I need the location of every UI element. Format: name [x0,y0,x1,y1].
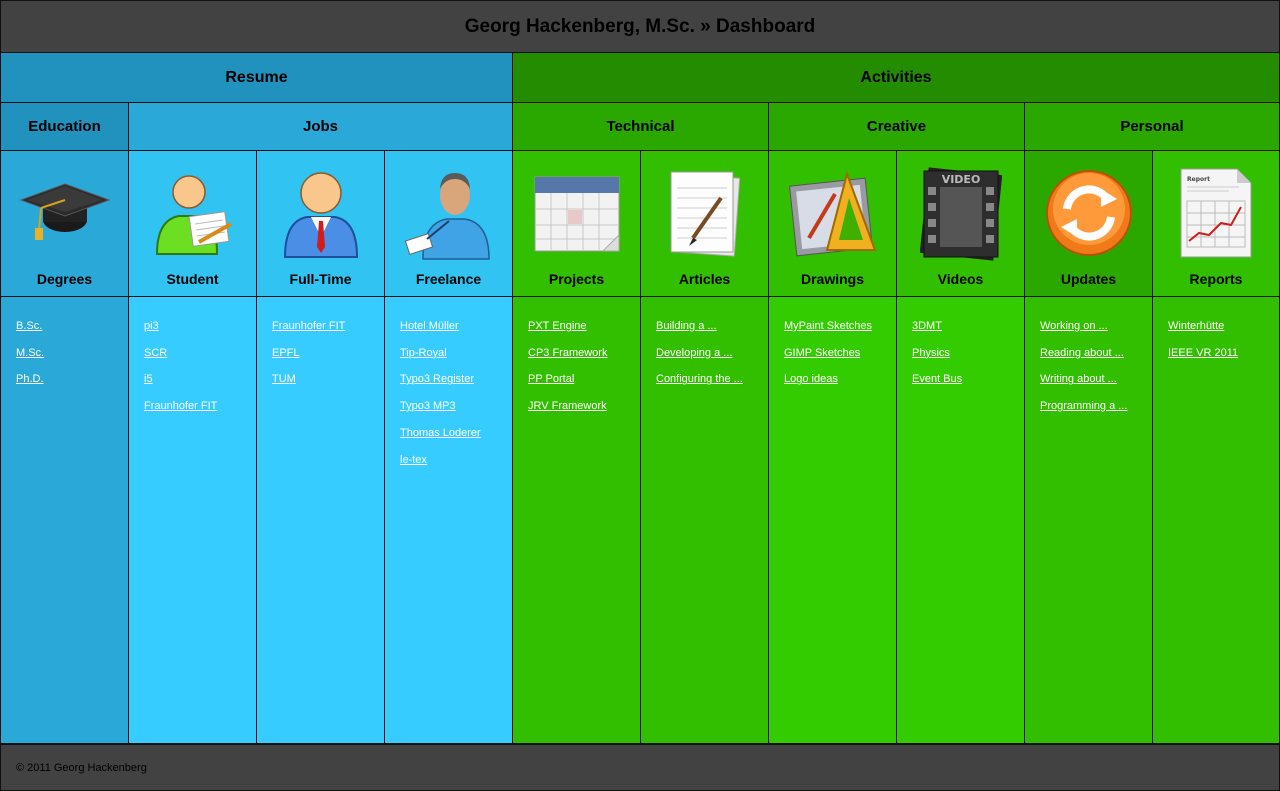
tile-degrees[interactable]: Degrees [1,151,129,297]
tile-student[interactable]: Student [129,151,257,297]
link-fulltime-epfl[interactable]: EPFL [272,340,300,367]
group-personal-label: Personal [1120,118,1184,135]
link-articles-configuring[interactable]: Configuring the ... [656,366,743,393]
link-updates-programming[interactable]: Programming a ... [1040,393,1127,420]
link-articles-developing[interactable]: Developing a ... [656,340,732,367]
video-badge: VIDEO [941,173,980,186]
group-technical: Technical [513,103,769,151]
tile-updates-label: Updates [1060,271,1117,287]
link-videos-3dmt[interactable]: 3DMT [912,313,942,340]
section-activities-label: Activities [860,68,932,86]
tile-drawings[interactable]: Drawings [769,151,897,297]
link-student-i5[interactable]: i5 [144,366,153,393]
tile-articles[interactable]: Articles [641,151,769,297]
link-freelance-le-tex[interactable]: le-tex [400,447,427,474]
links-projects: PXT Engine CP3 Framework PP Portal JRV F… [513,297,641,744]
link-updates-reading[interactable]: Reading about ... [1040,340,1124,367]
page-footer: © 2011 Georg Hackenberg [0,744,1280,791]
link-updates-working[interactable]: Working on ... [1040,313,1108,340]
student-icon [145,165,241,261]
group-jobs: Jobs [129,103,513,151]
report-chart-icon: Report [1168,165,1264,261]
tile-videos[interactable]: VIDEO Videos [897,151,1025,297]
link-freelance-typo3-register[interactable]: Typo3 Register [400,366,474,393]
video-film-icon: VIDEO [913,165,1009,261]
link-degrees-phd[interactable]: Ph.D. [16,366,44,393]
link-freelance-tip-royal[interactable]: Tip-Royal [400,340,447,367]
links-student: pi3 SCR i5 Fraunhofer FIT [129,297,257,744]
link-projects-jrv-framework[interactable]: JRV Framework [528,393,607,420]
page-header: Georg Hackenberg, M.Sc. » Dashboard [0,0,1280,53]
group-creative-label: Creative [866,118,927,135]
group-education: Education [1,103,129,151]
links-full-time: Fraunhofer FIT EPFL TUM [257,297,385,744]
calendar-icon [529,165,625,261]
link-degrees-bsc[interactable]: B.Sc. [16,313,42,340]
links-freelance: Hotel Müller Tip-Royal Typo3 Register Ty… [385,297,513,744]
report-badge: Report [1187,176,1210,183]
tile-freelance-label: Freelance [415,271,482,287]
tile-full-time[interactable]: Full-Time [257,151,385,297]
links-updates: Working on ... Reading about ... Writing… [1025,297,1153,744]
tile-updates[interactable]: Updates [1025,151,1153,297]
tile-degrees-label: Degrees [36,271,93,287]
group-creative: Creative [769,103,1025,151]
section-resume: Resume [1,53,513,103]
dashboard-grid: Resume Activities Education Jobs Technic… [0,53,1280,744]
link-drawings-mypaint[interactable]: MyPaint Sketches [784,313,872,340]
link-student-scr[interactable]: SCR [144,340,167,367]
tile-reports[interactable]: Report Reports [1153,151,1279,297]
graduation-cap-icon [17,165,113,261]
link-degrees-msc[interactable]: M.Sc. [16,340,44,367]
link-projects-cp3-framework[interactable]: CP3 Framework [528,340,607,367]
group-education-label: Education [28,118,101,135]
link-reports-ieee-vr-2011[interactable]: IEEE VR 2011 [1168,340,1238,367]
paper-pen-icon [657,165,753,261]
links-reports: Winterhütte IEEE VR 2011 [1153,297,1279,744]
employee-icon [273,165,369,261]
group-technical-label: Technical [606,118,675,135]
freelancer-icon [401,165,497,261]
link-drawings-gimp[interactable]: GIMP Sketches [784,340,860,367]
link-articles-building[interactable]: Building a ... [656,313,717,340]
link-reports-winterhuette[interactable]: Winterhütte [1168,313,1224,340]
link-fulltime-tum[interactable]: TUM [272,366,296,393]
group-jobs-label: Jobs [302,118,338,135]
drawing-tools-icon [785,165,881,261]
link-videos-event-bus[interactable]: Event Bus [912,366,962,393]
tile-articles-label: Articles [678,271,731,287]
tile-projects[interactable]: Projects [513,151,641,297]
tile-drawings-label: Drawings [800,271,864,287]
tile-reports-label: Reports [1189,271,1243,287]
links-articles: Building a ... Developing a ... Configur… [641,297,769,744]
link-videos-physics[interactable]: Physics [912,340,950,367]
copyright-text: © 2011 Georg Hackenberg [16,761,147,774]
refresh-icon [1041,165,1137,261]
links-drawings: MyPaint Sketches GIMP Sketches Logo idea… [769,297,897,744]
link-updates-writing[interactable]: Writing about ... [1040,366,1117,393]
tile-full-time-label: Full-Time [289,271,352,287]
page-title: Georg Hackenberg, M.Sc. » Dashboard [464,15,816,37]
links-degrees: B.Sc. M.Sc. Ph.D. [1,297,129,744]
group-personal: Personal [1025,103,1279,151]
link-freelance-hotel-mueller[interactable]: Hotel Müller [400,313,459,340]
tile-projects-label: Projects [548,271,605,287]
link-student-pi3[interactable]: pi3 [144,313,159,340]
links-videos: 3DMT Physics Event Bus [897,297,1025,744]
link-freelance-typo3-mp3[interactable]: Typo3 MP3 [400,393,456,420]
link-projects-pp-portal[interactable]: PP Portal [528,366,574,393]
tile-freelance[interactable]: Freelance [385,151,513,297]
section-resume-label: Resume [225,68,288,86]
link-student-fraunhofer-fit[interactable]: Fraunhofer FIT [144,393,217,420]
tile-student-label: Student [166,271,219,287]
section-activities: Activities [513,53,1279,103]
link-drawings-logo-ideas[interactable]: Logo ideas [784,366,838,393]
link-freelance-thomas-loderer[interactable]: Thomas Loderer [400,420,481,447]
tile-videos-label: Videos [937,271,984,287]
link-fulltime-fraunhofer-fit[interactable]: Fraunhofer FIT [272,313,345,340]
link-projects-pxt-engine[interactable]: PXT Engine [528,313,587,340]
